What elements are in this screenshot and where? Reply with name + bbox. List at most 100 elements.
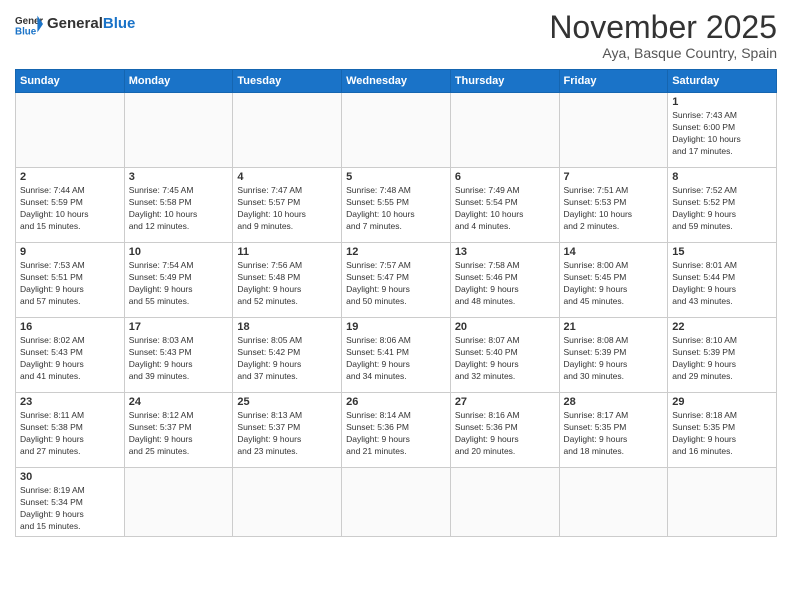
calendar-row: 16 Sunrise: 8:02 AM Sunset: 5:43 PM Dayli… [16,318,777,393]
col-thursday: Thursday [450,70,559,93]
col-sunday: Sunday [16,70,125,93]
day-info: Sunrise: 8:10 AM Sunset: 5:39 PM Dayligh… [672,335,772,383]
calendar-row: 9 Sunrise: 7:53 AM Sunset: 5:51 PM Daylig… [16,243,777,318]
day-info: Sunrise: 8:06 AM Sunset: 5:41 PM Dayligh… [346,335,446,383]
day-number: 17 [129,321,229,333]
table-row [233,468,342,537]
day-info: Sunrise: 8:03 AM Sunset: 5:43 PM Dayligh… [129,335,229,383]
day-info: Sunrise: 8:11 AM Sunset: 5:38 PM Dayligh… [20,410,120,458]
logo: General Blue GeneralBlue [15,10,135,38]
table-row [668,468,777,537]
day-number: 25 [237,396,337,408]
day-number: 6 [455,171,555,183]
day-info: Sunrise: 8:17 AM Sunset: 5:35 PM Dayligh… [564,410,664,458]
day-info: Sunrise: 8:16 AM Sunset: 5:36 PM Dayligh… [455,410,555,458]
table-row: 4Sunrise: 7:47 AM Sunset: 5:57 PM Daylig… [233,168,342,243]
table-row: 6Sunrise: 7:49 AM Sunset: 5:54 PM Daylig… [450,168,559,243]
table-row [16,93,125,168]
day-info: Sunrise: 7:54 AM Sunset: 5:49 PM Dayligh… [129,260,229,308]
day-info: Sunrise: 8:08 AM Sunset: 5:39 PM Dayligh… [564,335,664,383]
logo-blue: Blue [103,15,136,32]
table-row: 18 Sunrise: 8:05 AM Sunset: 5:42 PM Dayli… [233,318,342,393]
calendar-row: 2Sunrise: 7:44 AM Sunset: 5:59 PM Daylig… [16,168,777,243]
table-row: 25 Sunrise: 8:13 AM Sunset: 5:37 PM Dayli… [233,393,342,468]
calendar-row: 30Sunrise: 8:19 AM Sunset: 5:34 PM Dayli… [16,468,777,537]
day-info: Sunrise: 8:14 AM Sunset: 5:36 PM Dayligh… [346,410,446,458]
day-number: 16 [20,321,120,333]
table-row: 10 Sunrise: 7:54 AM Sunset: 5:49 PM Dayli… [124,243,233,318]
day-info: Sunrise: 7:51 AM Sunset: 5:53 PM Dayligh… [564,185,664,233]
day-number: 13 [455,246,555,258]
day-info: Sunrise: 8:02 AM Sunset: 5:43 PM Dayligh… [20,335,120,383]
day-number: 22 [672,321,772,333]
col-monday: Monday [124,70,233,93]
table-row: 14Sunrise: 8:00 AM Sunset: 5:45 PM Dayli… [559,243,668,318]
table-row: 8 Sunrise: 7:52 AM Sunset: 5:52 PM Daylig… [668,168,777,243]
col-friday: Friday [559,70,668,93]
day-info: Sunrise: 8:18 AM Sunset: 5:35 PM Dayligh… [672,410,772,458]
day-info: Sunrise: 8:00 AM Sunset: 5:45 PM Dayligh… [564,260,664,308]
day-number: 24 [129,396,229,408]
table-row: 11Sunrise: 7:56 AM Sunset: 5:48 PM Dayli… [233,243,342,318]
table-row: 12 Sunrise: 7:57 AM Sunset: 5:47 PM Dayli… [342,243,451,318]
day-number: 30 [20,471,120,483]
day-number: 29 [672,396,772,408]
table-row: 27 Sunrise: 8:16 AM Sunset: 5:36 PM Dayli… [450,393,559,468]
day-number: 3 [129,171,229,183]
table-row: 29 Sunrise: 8:18 AM Sunset: 5:35 PM Dayli… [668,393,777,468]
table-row: 13Sunrise: 7:58 AM Sunset: 5:46 PM Dayli… [450,243,559,318]
subtitle: Aya, Basque Country, Spain [549,45,777,61]
svg-text:Blue: Blue [15,27,37,38]
table-row [342,93,451,168]
day-number: 12 [346,246,446,258]
day-info: Sunrise: 7:57 AM Sunset: 5:47 PM Dayligh… [346,260,446,308]
day-number: 7 [564,171,664,183]
day-number: 20 [455,321,555,333]
day-number: 18 [237,321,337,333]
logo-icon: General Blue [15,10,43,38]
table-row [559,93,668,168]
table-row: 22 Sunrise: 8:10 AM Sunset: 5:39 PM Dayli… [668,318,777,393]
table-row: 21 Sunrise: 8:08 AM Sunset: 5:39 PM Dayli… [559,318,668,393]
day-number: 8 [672,171,772,183]
table-row [233,93,342,168]
day-info: Sunrise: 7:48 AM Sunset: 5:55 PM Dayligh… [346,185,446,233]
day-info: Sunrise: 7:53 AM Sunset: 5:51 PM Dayligh… [20,260,120,308]
day-info: Sunrise: 8:05 AM Sunset: 5:42 PM Dayligh… [237,335,337,383]
title-block: November 2025 Aya, Basque Country, Spain [549,10,777,61]
table-row: 16 Sunrise: 8:02 AM Sunset: 5:43 PM Dayli… [16,318,125,393]
day-number: 2 [20,171,120,183]
calendar: Sunday Monday Tuesday Wednesday Thursday… [15,69,777,537]
table-row: 26 Sunrise: 8:14 AM Sunset: 5:36 PM Dayli… [342,393,451,468]
day-number: 21 [564,321,664,333]
day-info: Sunrise: 8:07 AM Sunset: 5:40 PM Dayligh… [455,335,555,383]
day-number: 27 [455,396,555,408]
month-title: November 2025 [549,10,777,45]
table-row: 15 Sunrise: 8:01 AM Sunset: 5:44 PM Dayli… [668,243,777,318]
day-number: 23 [20,396,120,408]
table-row [559,468,668,537]
day-number: 15 [672,246,772,258]
calendar-row: 23 Sunrise: 8:11 AM Sunset: 5:38 PM Dayli… [16,393,777,468]
day-info: Sunrise: 7:45 AM Sunset: 5:58 PM Dayligh… [129,185,229,233]
day-info: Sunrise: 7:52 AM Sunset: 5:52 PM Dayligh… [672,185,772,233]
col-wednesday: Wednesday [342,70,451,93]
table-row: 24Sunrise: 8:12 AM Sunset: 5:37 PM Dayli… [124,393,233,468]
table-row: 1Sunrise: 7:43 AM Sunset: 6:00 PM Daylig… [668,93,777,168]
table-row [342,468,451,537]
day-number: 9 [20,246,120,258]
table-row [450,468,559,537]
table-row: 3 Sunrise: 7:45 AM Sunset: 5:58 PM Daylig… [124,168,233,243]
col-saturday: Saturday [668,70,777,93]
calendar-row: 1Sunrise: 7:43 AM Sunset: 6:00 PM Daylig… [16,93,777,168]
day-number: 11 [237,246,337,258]
day-info: Sunrise: 8:13 AM Sunset: 5:37 PM Dayligh… [237,410,337,458]
day-number: 10 [129,246,229,258]
table-row: 2Sunrise: 7:44 AM Sunset: 5:59 PM Daylig… [16,168,125,243]
logo-general: General [47,15,103,32]
day-number: 19 [346,321,446,333]
col-tuesday: Tuesday [233,70,342,93]
day-info: Sunrise: 8:01 AM Sunset: 5:44 PM Dayligh… [672,260,772,308]
day-number: 28 [564,396,664,408]
day-number: 26 [346,396,446,408]
